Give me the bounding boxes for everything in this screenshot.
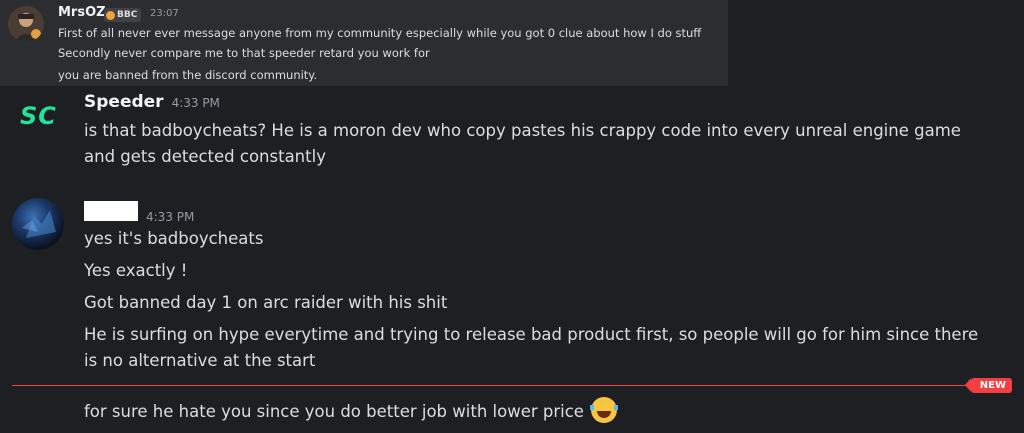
message-line: yes it's badboycheats [84,229,264,248]
server-tag-label: BBC [117,10,138,20]
timestamp: 4:33 PM [146,210,195,224]
quoted-line: you are banned from the discord communit… [58,68,318,82]
quoted-line: Secondly never compare me to that speede… [58,46,430,60]
username[interactable]: Speeder [84,92,164,112]
quoted-timestamp: 23:07 [150,8,179,19]
avatar[interactable] [8,6,44,42]
message-text: for sure he hate you since you do better… [84,402,584,421]
joy-emoji-icon[interactable] [590,397,619,423]
message-line: and gets detected constantly [84,147,326,166]
user-avatar-icon [8,6,44,42]
message-line: is no alternative at the start [84,351,316,370]
user-avatar-icon [22,210,56,238]
message-header: Speeder 4:33 PM [84,92,220,112]
quoted-username[interactable]: MrsOZ [58,5,106,20]
message-line: for sure he hate you since you do better… [84,397,619,423]
timestamp: 4:33 PM [171,96,220,110]
message-line: Got banned day 1 on arc raider with his … [84,293,448,312]
avatar[interactable] [12,198,64,250]
speeder-avatar-logo[interactable]: SC [20,102,57,130]
tag-icon [106,10,115,20]
message-line: Yes exactly ! [84,261,188,280]
quoted-line: First of all never ever message anyone f… [58,26,702,40]
redacted-username[interactable] [84,201,138,221]
quoted-message: MrsOZ BBC 23:07 First of all never ever … [0,0,728,86]
message-line: He is surfing on hype everytime and tryi… [84,325,979,344]
message-header: 4:33 PM [84,201,194,224]
server-tag-badge[interactable]: BBC [104,8,142,22]
new-messages-divider [12,385,974,386]
new-messages-badge[interactable]: NEW [964,378,1012,393]
message-line: is that badboycheats? He is a moron dev … [84,121,961,140]
